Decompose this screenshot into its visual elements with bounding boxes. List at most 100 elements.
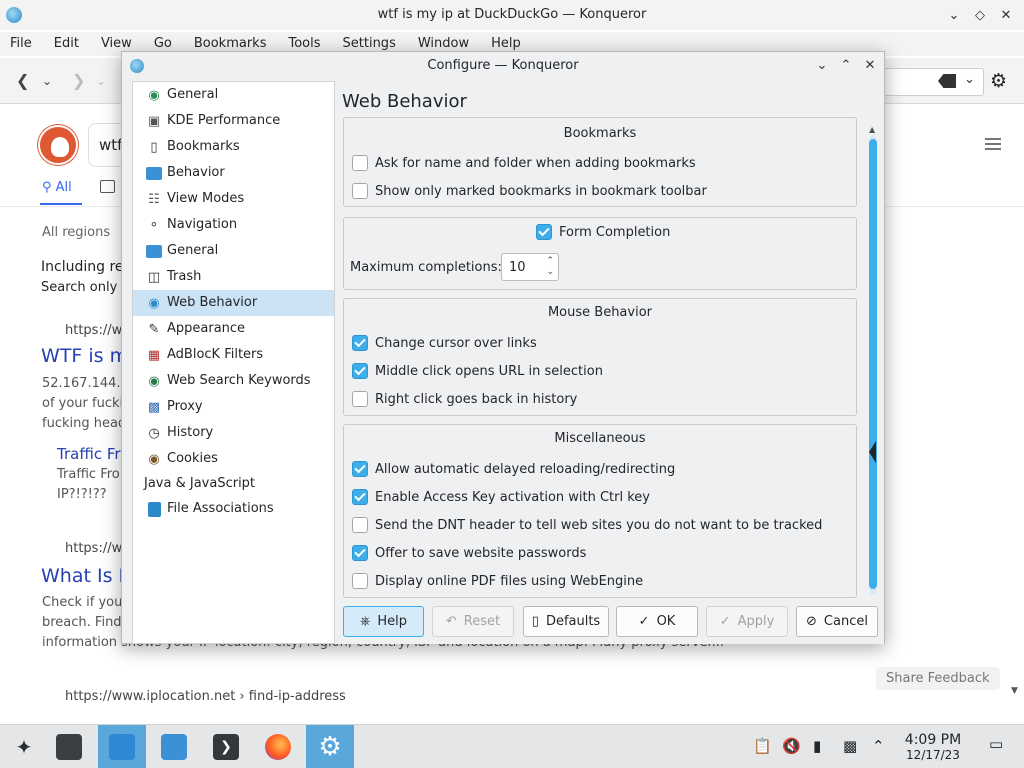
sidebar-item-java-javascript[interactable]: Java & JavaScript [133, 471, 334, 497]
result-snippet: Traffic Fro [57, 467, 120, 482]
sidebar-item-trash[interactable]: ◫ Trash [133, 264, 334, 290]
checkbox[interactable] [352, 545, 368, 561]
scroll-up-icon[interactable]: ▲ [869, 125, 875, 134]
sidebar-item-behavior[interactable]: Behavior [133, 160, 334, 186]
dnt-header-checkbox[interactable]: Send the DNT header to tell web sites yo… [352, 515, 822, 535]
hamburger-menu-icon[interactable] [985, 138, 1001, 150]
close-icon[interactable]: ✕ [996, 5, 1016, 25]
taskbar-konsole[interactable]: ❯ [202, 725, 250, 768]
sidebar-item-view-modes[interactable]: ☷ View Modes [133, 186, 334, 212]
network-icon[interactable]: ▩ [843, 737, 857, 755]
apply-button[interactable]: ✓ Apply [706, 606, 788, 637]
cancel-button[interactable]: ⊘ Cancel [796, 606, 878, 637]
sidebar-item-general-2[interactable]: General [133, 238, 334, 264]
result-snippet: of your fucki [42, 396, 124, 411]
settings-scrollbar[interactable]: ▲ [868, 125, 878, 602]
result-url[interactable]: https://w [65, 541, 122, 556]
chevron-up-icon[interactable]: ⌃ [546, 256, 554, 266]
result-url[interactable]: https://w [65, 323, 122, 338]
maximize-icon[interactable]: ⌃ [836, 56, 856, 76]
checkbox[interactable] [352, 391, 368, 407]
ask-name-folder-checkbox[interactable]: Ask for name and folder when adding book… [352, 153, 696, 173]
share-feedback-button[interactable]: Share Feedback [876, 667, 1000, 690]
checkbox[interactable] [352, 335, 368, 351]
battery-icon[interactable]: ▮ [813, 737, 821, 755]
back-history-icon[interactable]: ⌄ [42, 74, 52, 88]
result-snippet: IP?!?!?? [57, 487, 107, 502]
sidebar-item-bookmarks[interactable]: ▯ Bookmarks [133, 134, 334, 160]
including-text: Including re [41, 259, 124, 275]
result-title[interactable]: WTF is m [41, 345, 128, 367]
group-title: Bookmarks [563, 126, 637, 141]
menu-file[interactable]: File [10, 32, 32, 56]
sidebar-item-general[interactable]: ◉ General [133, 82, 334, 108]
pdf-webengine-checkbox[interactable]: Display online PDF files using WebEngine [352, 571, 643, 591]
sidebar-item-file-associations[interactable]: File Associations [133, 496, 334, 522]
chevron-down-icon[interactable]: ⌄ [546, 267, 554, 277]
ok-button[interactable]: ✓ OK [616, 606, 698, 637]
access-key-checkbox[interactable]: Enable Access Key activation with Ctrl k… [352, 487, 650, 507]
sidebar-item-cookies[interactable]: ◉ Cookies [133, 446, 334, 472]
right-click-back-checkbox[interactable]: Right click goes back in history [352, 389, 577, 409]
checkbox[interactable] [352, 363, 368, 379]
back-icon[interactable]: ❮ [16, 71, 29, 90]
middle-click-checkbox[interactable]: Middle click opens URL in selection [352, 361, 603, 381]
taskbar-firefox[interactable] [254, 725, 302, 768]
defaults-button[interactable]: ▯ Defaults [523, 606, 609, 637]
maximize-icon[interactable]: ◇ [970, 5, 990, 25]
checkbox[interactable] [352, 517, 368, 533]
result-sublink[interactable]: Traffic Fr [57, 445, 121, 463]
scroll-down-icon[interactable]: ▼ [1011, 686, 1018, 696]
forward-icon[interactable]: ❯ [72, 71, 85, 90]
tab-all[interactable]: ⚲ All [42, 180, 72, 195]
checkbox[interactable] [352, 183, 368, 199]
taskbar-discover[interactable] [98, 725, 146, 768]
scrollbar-thumb[interactable] [869, 139, 877, 589]
sidebar-item-history[interactable]: ◷ History [133, 420, 334, 446]
sidebar-item-web-search-keywords[interactable]: ◉ Web Search Keywords [133, 368, 334, 394]
sidebar-item-navigation[interactable]: ⚬ Navigation [133, 212, 334, 238]
chevron-up-icon[interactable]: ⌃ [872, 737, 885, 755]
forward-history-icon[interactable]: ⌄ [96, 74, 106, 88]
auto-reload-checkbox[interactable]: Allow automatic delayed reloading/redire… [352, 459, 675, 479]
reset-button[interactable]: ↶ Reset [432, 606, 514, 637]
trash-icon: ◫ [147, 269, 161, 285]
image-icon[interactable] [100, 180, 115, 193]
application-launcher[interactable]: ✦ [0, 725, 48, 768]
menu-edit[interactable]: Edit [54, 32, 79, 56]
sidebar-item-kde-performance[interactable]: ▣ KDE Performance [133, 108, 334, 134]
change-cursor-checkbox[interactable]: Change cursor over links [352, 333, 537, 353]
show-marked-bookmarks-checkbox[interactable]: Show only marked bookmarks in bookmark t… [352, 181, 707, 201]
gear-icon[interactable]: ⚙ [990, 70, 1007, 92]
filter-icon: ▦ [147, 347, 161, 363]
result-url[interactable]: https://www.iplocation.net › find-ip-add… [65, 689, 346, 704]
taskbar-settings[interactable] [45, 725, 93, 768]
taskbar-konqueror[interactable]: ⚙ [306, 725, 354, 768]
duckduckgo-logo[interactable] [38, 125, 78, 165]
search-only-text: Search only f [41, 280, 127, 295]
form-completion-checkbox[interactable]: Form Completion [536, 222, 670, 242]
sidebar-item-appearance[interactable]: ✎ Appearance [133, 316, 334, 342]
sidebar-item-web-behavior[interactable]: ◉ Web Behavior [133, 290, 334, 316]
save-passwords-checkbox[interactable]: Offer to save website passwords [352, 543, 586, 563]
checkbox[interactable] [352, 461, 368, 477]
checkbox[interactable] [352, 489, 368, 505]
minimize-icon[interactable]: ⌄ [944, 5, 964, 25]
taskbar-dolphin[interactable] [150, 725, 198, 768]
max-completions-spinbox[interactable]: 10 ⌃ ⌄ [501, 253, 559, 281]
show-desktop-icon[interactable]: ▭ [989, 735, 1003, 753]
help-button[interactable]: ⎈ Help [343, 606, 424, 637]
volume-muted-icon[interactable]: 🔇 [782, 737, 801, 755]
checkbox[interactable] [352, 155, 368, 171]
clock[interactable]: 4:09 PM 12/17/23 [898, 733, 968, 763]
checkbox[interactable] [536, 224, 552, 240]
minimize-icon[interactable]: ⌄ [812, 56, 832, 76]
url-history-icon[interactable]: ⌄ [964, 72, 975, 87]
regions-filter[interactable]: All regions [42, 225, 110, 240]
mouse-cursor-icon [869, 441, 876, 463]
sidebar-item-adblock-filters[interactable]: ▦ AdBlocK Filters [133, 342, 334, 368]
clipboard-icon[interactable]: 📋 [753, 737, 772, 755]
close-icon[interactable]: ✕ [860, 56, 880, 76]
sidebar-item-proxy[interactable]: ▩ Proxy [133, 394, 334, 420]
checkbox[interactable] [352, 573, 368, 589]
